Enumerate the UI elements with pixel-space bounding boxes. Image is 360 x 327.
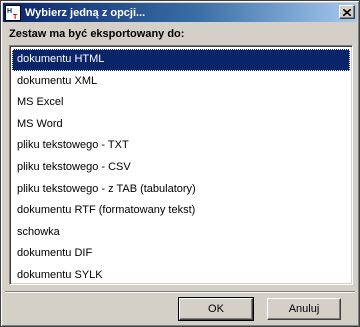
- export-prompt-label: Zestaw ma być eksportowany do:: [9, 28, 185, 40]
- close-button[interactable]: [339, 5, 355, 19]
- ok-button[interactable]: OK: [178, 297, 254, 321]
- ht-app-icon: H T: [5, 4, 21, 21]
- dialog-window: H T Wybierz jedną z opcji... Zestaw ma b…: [0, 0, 360, 327]
- list-item[interactable]: dokumentu SYLK: [12, 265, 350, 287]
- list-item[interactable]: MS Word: [12, 114, 350, 136]
- list-item[interactable]: schowka: [12, 222, 350, 244]
- list-item[interactable]: MS Excel: [12, 92, 350, 114]
- window-title: Wybierz jedną z opcji...: [25, 6, 146, 19]
- list-item[interactable]: dokumentu RTF (formatowany tekst): [12, 200, 350, 222]
- svg-text:H: H: [7, 8, 12, 15]
- close-icon: [343, 8, 351, 16]
- cancel-button[interactable]: Anuluj: [267, 298, 341, 320]
- svg-text:T: T: [13, 14, 18, 20]
- list-item[interactable]: dokumentu DIF: [12, 243, 350, 265]
- list-item[interactable]: pliku tekstowego - TXT: [12, 135, 350, 157]
- separator: [5, 291, 355, 293]
- list-item[interactable]: pliku tekstowego - z TAB (tabulatory): [12, 179, 350, 201]
- list-item[interactable]: dokumentu XML: [12, 71, 350, 93]
- title-bar[interactable]: H T Wybierz jedną z opcji...: [3, 3, 357, 22]
- export-target-list[interactable]: dokumentu HTML dokumentu XML MS Excel MS Wo…: [9, 45, 353, 285]
- list-item[interactable]: pliku tekstowego - CSV: [12, 157, 350, 179]
- list-item[interactable]: dokumentu HTML: [12, 49, 350, 71]
